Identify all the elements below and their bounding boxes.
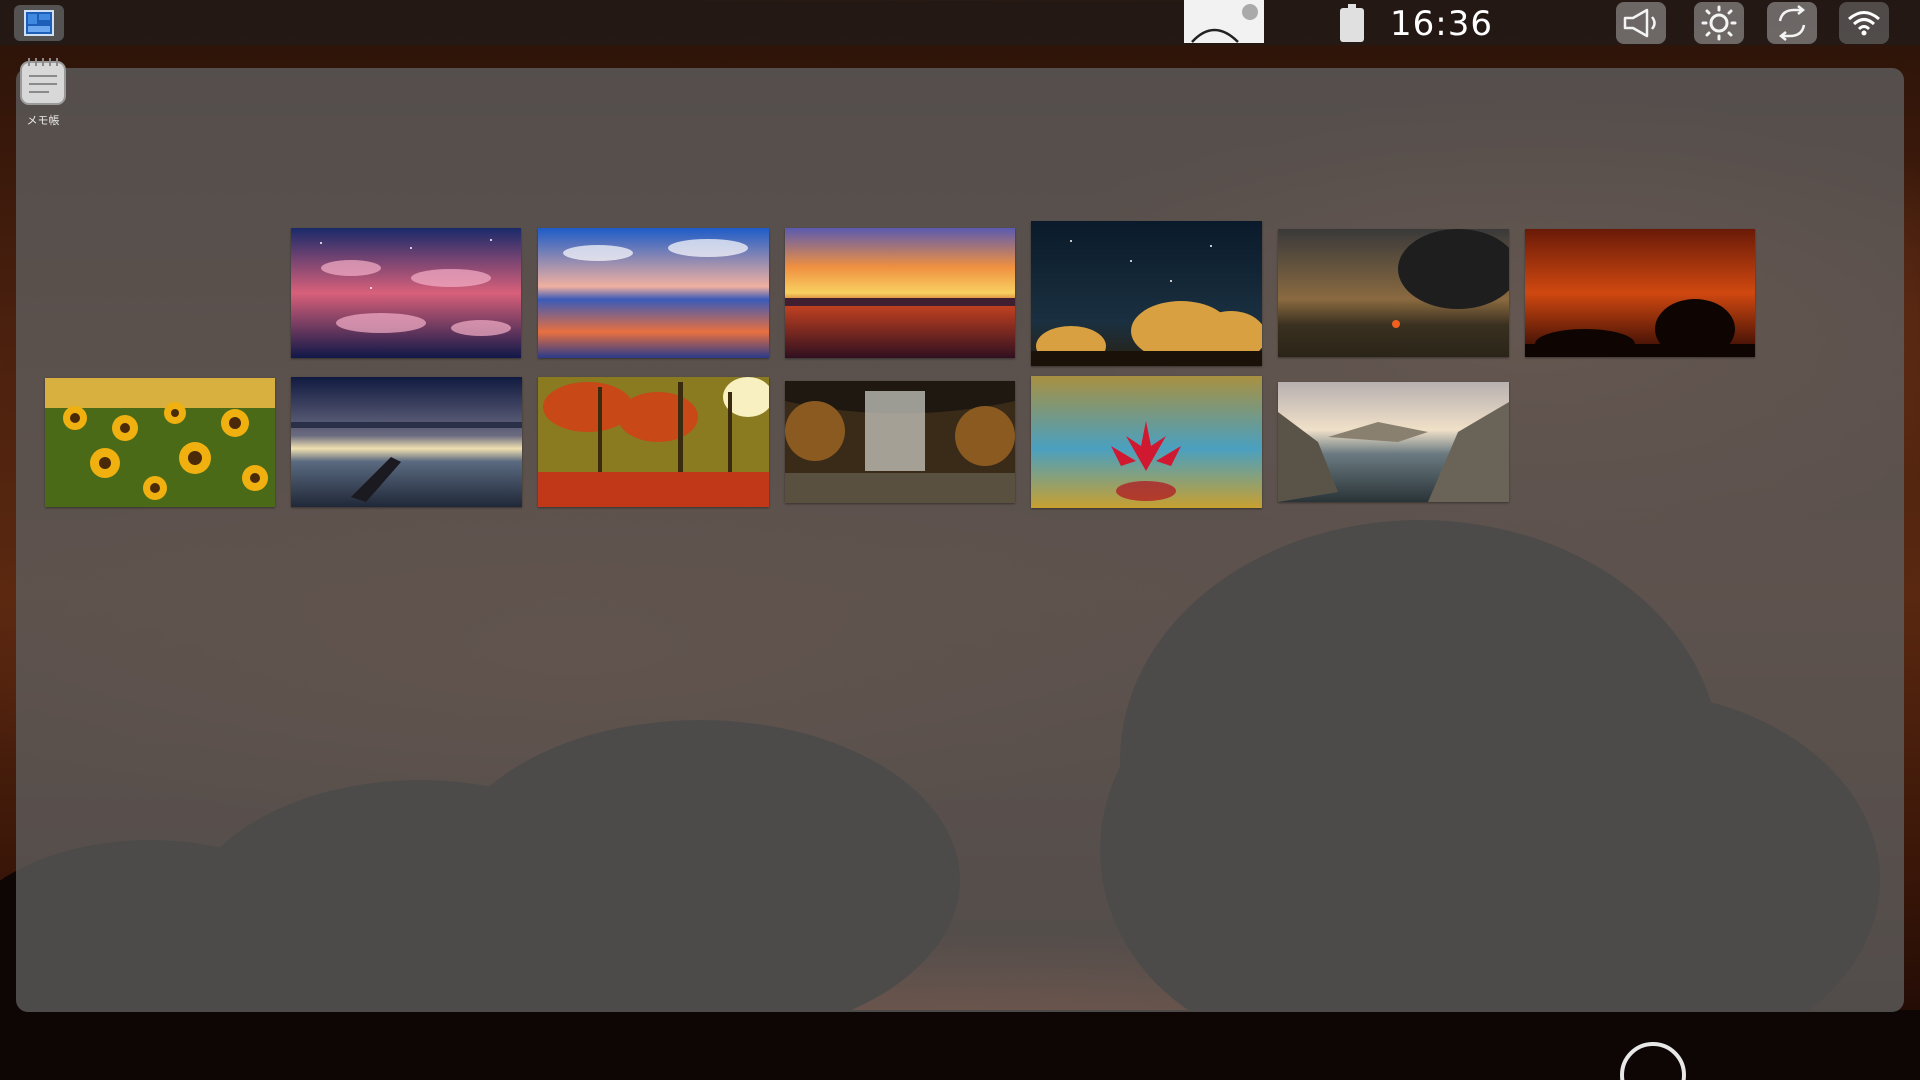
home-circle-icon[interactable] [1620, 1042, 1686, 1080]
wallpaper-thumbnail[interactable] [291, 228, 521, 358]
red-sky-image [1525, 229, 1755, 357]
wallpaper-thumbnail[interactable] [1525, 229, 1755, 357]
wallpaper-thumbnail[interactable] [45, 378, 275, 507]
wallpaper-thumbnail[interactable] [1278, 382, 1509, 502]
wallpaper-thumbnail[interactable] [785, 381, 1015, 503]
mountain-lake-image [1278, 382, 1509, 502]
orange-sunset-image [785, 228, 1015, 358]
rotate-button[interactable] [1767, 2, 1817, 44]
water-lily-image [1031, 376, 1262, 508]
rotate-icon [1778, 5, 1806, 41]
wallpaper-picker-panel [16, 68, 1904, 1012]
launcher-icon [24, 10, 54, 36]
wallpaper-thumbnail[interactable] [291, 377, 522, 507]
brightness-button[interactable] [1694, 2, 1744, 44]
notification-area[interactable] [1184, 0, 1264, 43]
clock: 16:36 [1390, 4, 1493, 44]
starry-clouds-image [291, 228, 521, 358]
wallpaper-thumbnail[interactable] [1031, 221, 1262, 366]
sunflower-image [45, 378, 275, 507]
shortcut-label: メモ帳 [26, 114, 60, 127]
wallpaper-thumbnail[interactable] [1031, 376, 1262, 508]
notepad-icon [20, 58, 66, 105]
volume-button[interactable] [1616, 2, 1666, 44]
waterfall-image [785, 381, 1015, 503]
storm-sunset-image [1278, 229, 1509, 357]
desktop-shortcut-notepad[interactable]: メモ帳 [16, 56, 70, 128]
ocean-sunset-image [538, 228, 769, 358]
wifi-icon [1848, 11, 1880, 36]
notification-icon [1191, 4, 1258, 43]
wifi-button[interactable] [1839, 2, 1889, 44]
battery-icon [1340, 4, 1364, 42]
night-trees-image [1031, 221, 1262, 366]
autumn-forest-image [538, 377, 769, 507]
wallpaper-thumbnail[interactable] [538, 377, 769, 507]
wallpaper-thumbnail[interactable] [785, 228, 1015, 358]
status-bar: 16:36 [0, 0, 1920, 45]
wallpaper-thumbnail[interactable] [538, 228, 769, 358]
boat-lake-image [291, 377, 522, 507]
brightness-icon [1701, 5, 1737, 41]
launcher-button[interactable] [14, 5, 64, 41]
volume-icon [1623, 8, 1656, 38]
wallpaper-thumbnail[interactable] [1278, 229, 1509, 357]
